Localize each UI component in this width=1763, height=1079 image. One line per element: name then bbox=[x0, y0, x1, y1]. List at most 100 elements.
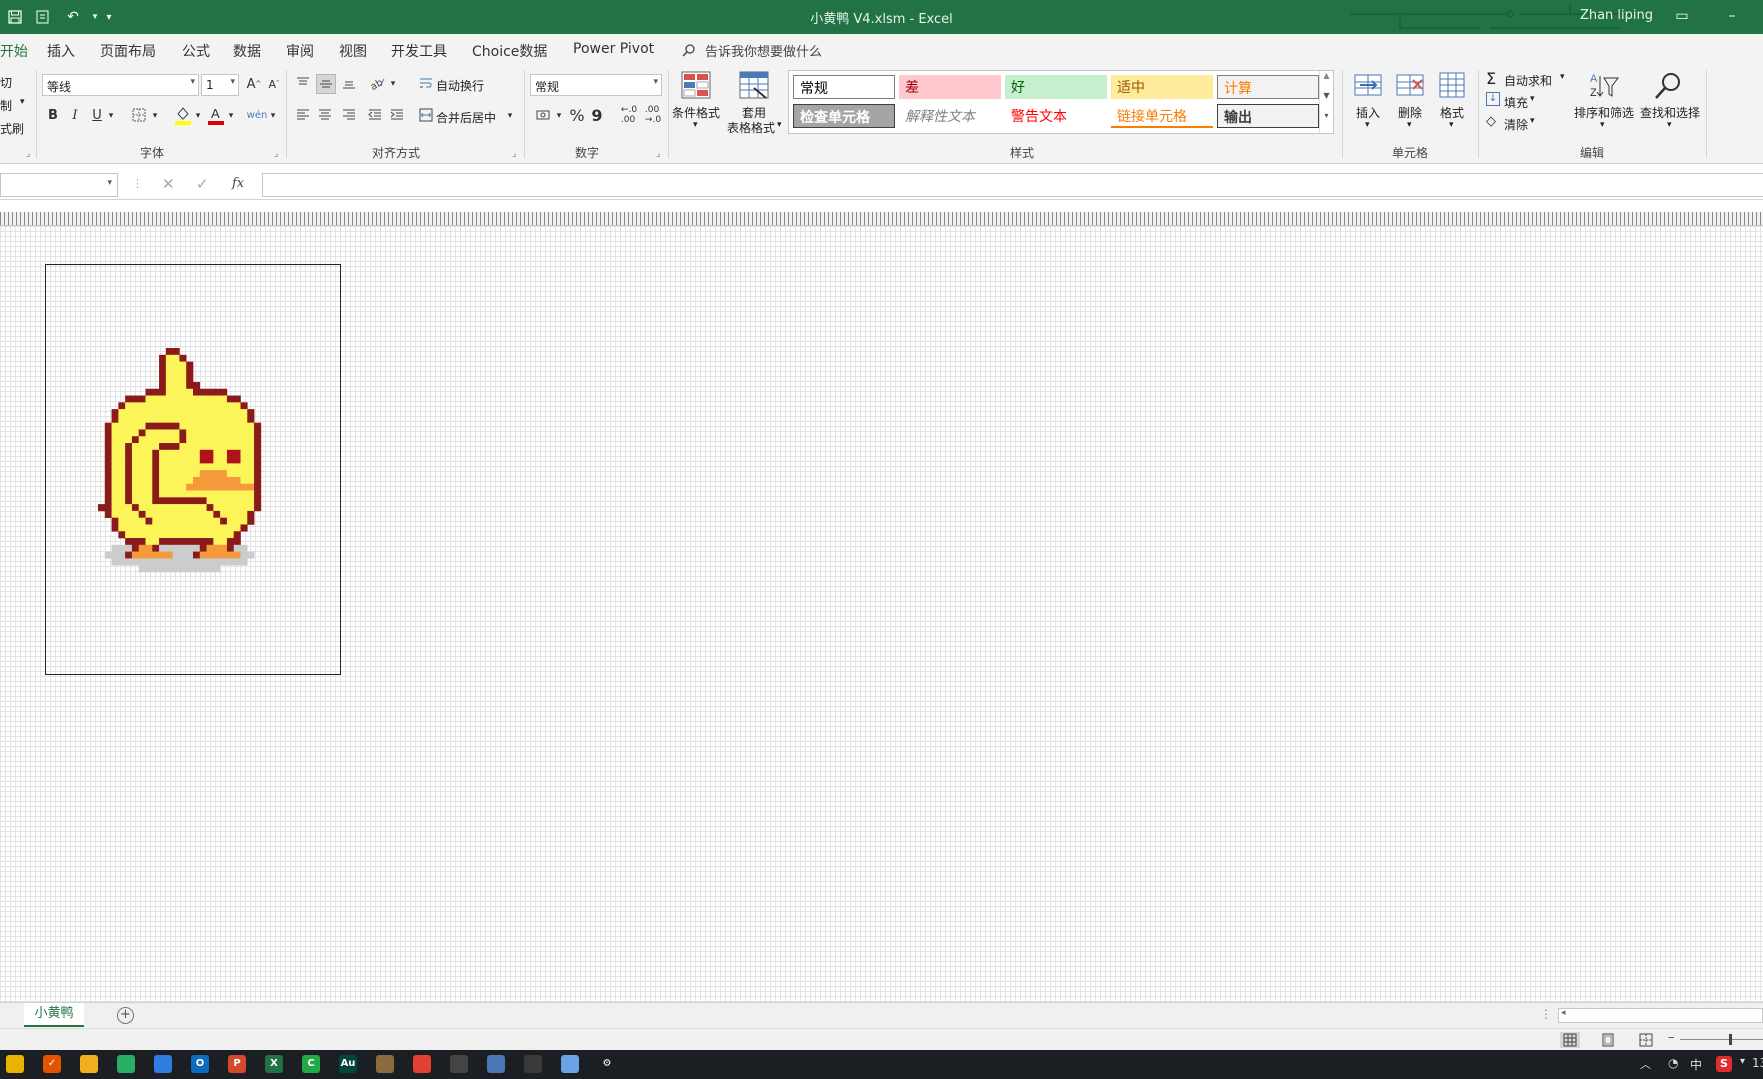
chrome2-icon[interactable] bbox=[413, 1055, 431, 1073]
alignment-launcher-icon[interactable]: ⌟ bbox=[512, 149, 516, 159]
increase-font-icon[interactable]: A ^ bbox=[246, 76, 262, 92]
wrap-text-icon[interactable] bbox=[418, 74, 434, 92]
decrease-decimal-icon[interactable]: .00 →.0 bbox=[642, 105, 664, 125]
clock-text[interactable]: 13 bbox=[1752, 1056, 1763, 1070]
sort-filter-icon[interactable]: A Z bbox=[1588, 70, 1620, 102]
delete-cells-button[interactable]: 删除 bbox=[1398, 104, 1422, 121]
tray-chevron-icon[interactable]: ︿ bbox=[1640, 1056, 1651, 1072]
align-top-icon[interactable] bbox=[294, 74, 312, 92]
format-as-table-dropdown-icon[interactable]: ▾ bbox=[777, 120, 782, 130]
app-icon[interactable] bbox=[376, 1055, 394, 1073]
style-linked-cell[interactable]: 链接单元格 bbox=[1111, 104, 1213, 128]
fill-button[interactable]: 填充 bbox=[1504, 94, 1528, 111]
enter-icon[interactable]: ✓ bbox=[196, 175, 209, 193]
sort-filter-button[interactable]: 排序和筛选 bbox=[1574, 104, 1634, 121]
add-sheet-icon[interactable]: + bbox=[117, 1007, 134, 1024]
tab-view[interactable]: 视图 bbox=[339, 41, 367, 61]
wechat-icon[interactable] bbox=[117, 1055, 135, 1073]
decrease-font-icon[interactable]: Aˇ bbox=[266, 76, 282, 92]
font-launcher-icon[interactable]: ⌟ bbox=[274, 149, 278, 159]
wrap-text-button[interactable]: 自动换行 bbox=[436, 77, 484, 94]
clear-button[interactable]: 清除 bbox=[1504, 116, 1528, 133]
ribbon-display-icon[interactable]: ▭ bbox=[1668, 4, 1696, 28]
accounting-dropdown-icon[interactable]: ▾ bbox=[554, 108, 564, 124]
formula-input[interactable] bbox=[262, 173, 1763, 197]
office-icon[interactable]: ✓ bbox=[43, 1055, 61, 1073]
gallery-scroll-up-icon[interactable]: ▲ bbox=[1319, 71, 1333, 91]
tab-formulas[interactable]: 公式 bbox=[182, 41, 210, 61]
format-painter-button[interactable]: 式刷 bbox=[0, 120, 24, 137]
number-launcher-icon[interactable]: ⌟ bbox=[656, 149, 660, 159]
tab-data[interactable]: 数据 bbox=[233, 41, 261, 61]
cancel-icon[interactable]: ✕ bbox=[162, 175, 175, 193]
autosum-icon[interactable]: Σ bbox=[1486, 69, 1496, 88]
align-bottom-icon[interactable] bbox=[340, 74, 358, 92]
format-as-table-button-line2[interactable]: 表格格式 bbox=[727, 119, 775, 136]
font-color-dropdown-icon[interactable]: ▾ bbox=[226, 108, 236, 124]
tell-me-input[interactable]: 告诉我你想要做什么 bbox=[705, 41, 822, 60]
align-center-icon[interactable] bbox=[316, 106, 334, 124]
format-cells-button[interactable]: 格式 bbox=[1440, 104, 1464, 121]
sort-dropdown-icon[interactable]: ▾ bbox=[1600, 120, 1605, 130]
number-format-combo[interactable]: 常规 ▾ bbox=[530, 74, 662, 96]
underline-button[interactable]: U bbox=[90, 106, 104, 124]
name-box[interactable]: ▾ bbox=[0, 173, 118, 197]
borders-icon[interactable] bbox=[130, 106, 148, 124]
autosum-dropdown-icon[interactable]: ▾ bbox=[1560, 72, 1565, 82]
tab-developer[interactable]: 开发工具 bbox=[391, 41, 447, 61]
find-select-icon[interactable] bbox=[1652, 70, 1684, 102]
style-normal[interactable]: 常规 bbox=[793, 75, 895, 99]
fill-icon[interactable]: ↓ bbox=[1486, 92, 1500, 106]
delete-cells-icon[interactable] bbox=[1394, 70, 1426, 102]
page-break-view-icon[interactable] bbox=[1636, 1032, 1656, 1048]
obs-icon[interactable] bbox=[450, 1055, 468, 1073]
align-left-icon[interactable] bbox=[294, 106, 312, 124]
clear-dropdown-icon[interactable]: ▾ bbox=[1530, 116, 1535, 126]
screen-icon[interactable] bbox=[524, 1055, 542, 1073]
page-layout-view-icon[interactable] bbox=[1598, 1032, 1618, 1048]
insert-cells-button[interactable]: 插入 bbox=[1356, 104, 1380, 121]
zoom-out-icon[interactable]: – bbox=[1668, 1030, 1675, 1045]
zoom-slider-thumb[interactable] bbox=[1729, 1034, 1732, 1045]
tab-insert[interactable]: 插入 bbox=[47, 41, 75, 61]
accounting-icon[interactable] bbox=[534, 106, 554, 124]
decrease-indent-icon[interactable] bbox=[366, 106, 384, 124]
tab-power-pivot[interactable]: Power Pivot bbox=[573, 41, 654, 57]
format-as-table-icon[interactable] bbox=[738, 70, 770, 102]
percent-button[interactable]: % bbox=[568, 105, 586, 125]
phonetic-icon[interactable]: wén bbox=[247, 106, 268, 124]
minimize-icon[interactable]: – bbox=[1718, 4, 1746, 28]
gallery-more-icon[interactable]: ▾ bbox=[1319, 111, 1333, 133]
underline-dropdown-icon[interactable]: ▾ bbox=[106, 108, 116, 124]
borders-dropdown-icon[interactable]: ▾ bbox=[150, 108, 160, 124]
tray-expand-icon[interactable]: ▾ bbox=[1740, 1056, 1745, 1067]
comma-button[interactable]: 9 bbox=[590, 105, 604, 125]
style-neutral[interactable]: 适中 bbox=[1111, 75, 1213, 99]
audition-icon[interactable]: Au bbox=[339, 1055, 357, 1073]
font-color-icon[interactable]: A bbox=[207, 104, 225, 126]
zoom-slider[interactable] bbox=[1680, 1039, 1763, 1040]
insert-function-icon[interactable]: fx bbox=[232, 176, 244, 191]
copy-dropdown-icon[interactable]: ▾ bbox=[20, 97, 25, 107]
merge-center-icon[interactable] bbox=[418, 106, 434, 124]
bold-button[interactable]: B bbox=[46, 106, 60, 124]
user-name[interactable]: Zhan liping bbox=[1580, 8, 1653, 23]
explorer-icon[interactable] bbox=[80, 1055, 98, 1073]
powerpoint-icon[interactable]: P bbox=[228, 1055, 246, 1073]
conditional-format-dropdown-icon[interactable]: ▾ bbox=[693, 120, 698, 130]
ime-indicator[interactable]: 中 bbox=[1690, 1056, 1702, 1073]
orientation-dropdown-icon[interactable]: ▾ bbox=[388, 76, 398, 92]
clipboard-launcher-icon[interactable]: ⌟ bbox=[26, 149, 30, 159]
feishu-icon[interactable] bbox=[154, 1055, 172, 1073]
settings-icon[interactable]: ⚙ bbox=[598, 1055, 616, 1073]
copy-button[interactable]: 制 bbox=[0, 97, 12, 114]
style-bad[interactable]: 差 bbox=[899, 75, 1001, 99]
tab-choice[interactable]: Choice数据 bbox=[472, 41, 547, 61]
phonetic-dropdown-icon[interactable]: ▾ bbox=[268, 108, 278, 124]
camtasia-icon[interactable]: C bbox=[302, 1055, 320, 1073]
italic-button[interactable]: I bbox=[68, 106, 82, 124]
normal-view-icon[interactable] bbox=[1560, 1032, 1580, 1048]
merge-center-button[interactable]: 合并后居中 bbox=[436, 109, 496, 126]
autosum-button[interactable]: 自动求和 bbox=[1504, 72, 1552, 89]
scroll-grip-icon[interactable]: ⋮ bbox=[1540, 1007, 1552, 1021]
